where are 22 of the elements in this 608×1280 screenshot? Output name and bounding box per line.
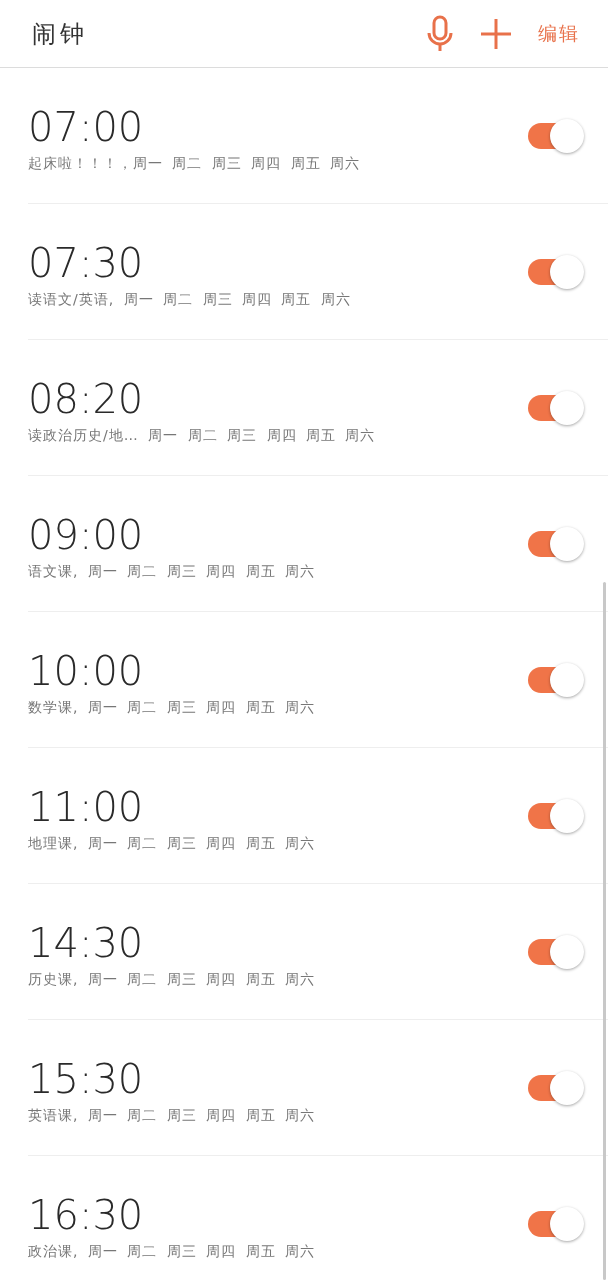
page-title: 闹钟 bbox=[32, 18, 88, 50]
alarm-time: 16:30 bbox=[28, 1192, 145, 1237]
alarm-time: 07:00 bbox=[28, 104, 145, 149]
edit-button[interactable]: 编辑 bbox=[538, 20, 580, 47]
microphone-icon[interactable] bbox=[426, 14, 454, 53]
alarm-description: 英语课, 周一 周二 周三 周四 周五 周六 bbox=[28, 1106, 316, 1125]
alarm-time: 07:30 bbox=[28, 240, 145, 285]
alarm-description: 数学课, 周一 周二 周三 周四 周五 周六 bbox=[28, 698, 316, 717]
alarm-time: 11:00 bbox=[28, 784, 145, 829]
alarm-time: 15:30 bbox=[28, 1056, 145, 1101]
alarm-description: 语文课, 周一 周二 周三 周四 周五 周六 bbox=[28, 562, 316, 581]
alarm-time: 14:30 bbox=[28, 920, 145, 965]
alarm-time: 10:00 bbox=[28, 648, 145, 693]
alarm-description: 历史课, 周一 周二 周三 周四 周五 周六 bbox=[28, 970, 316, 989]
alarm-time: 08:20 bbox=[28, 376, 145, 421]
alarm-description: 起床啦！！！，周一 周二 周三 周四 周五 周六 bbox=[28, 154, 361, 173]
alarm-description: 读政治历史/地… 周一 周二 周三 周四 周五 周六 bbox=[28, 426, 376, 445]
alarm-description: 读语文/英语, 周一 周二 周三 周四 周五 周六 bbox=[28, 290, 351, 309]
alarm-description: 政治课, 周一 周二 周三 周四 周五 周六 bbox=[28, 1242, 316, 1261]
alarm-description: 地理课, 周一 周二 周三 周四 周五 周六 bbox=[28, 834, 316, 853]
add-icon[interactable] bbox=[480, 17, 512, 50]
alarm-time: 09:00 bbox=[28, 512, 145, 557]
